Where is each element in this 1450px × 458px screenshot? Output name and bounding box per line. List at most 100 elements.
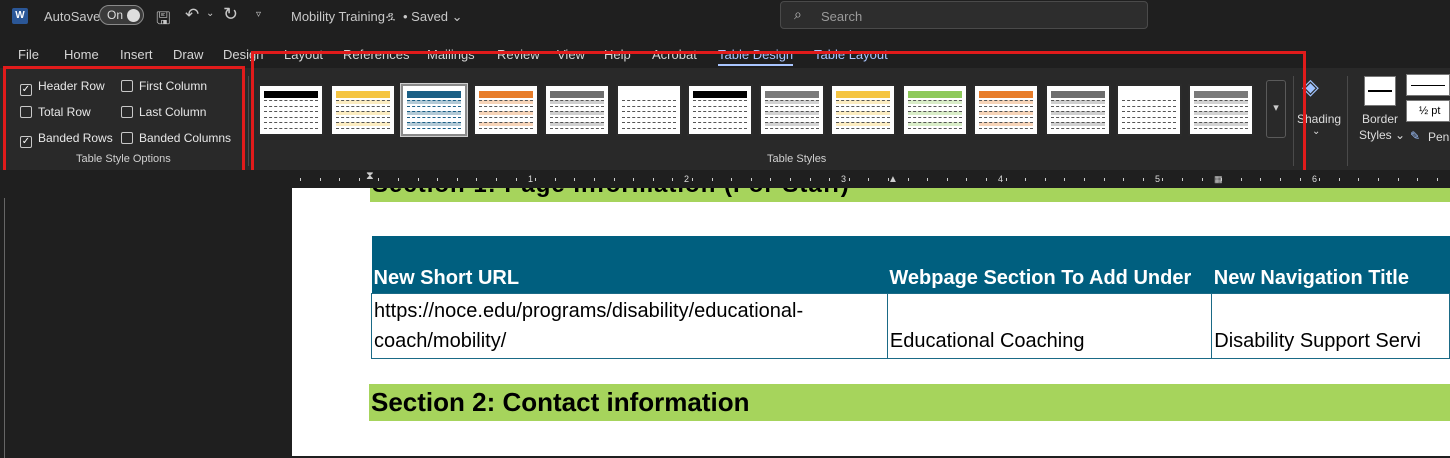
ruler-tick [1006,178,1007,181]
ruler-tick [829,178,830,181]
ruler-tick [1280,178,1281,181]
url-table: New Short URL Webpage Section To Add Und… [371,236,1450,359]
ruler-tick [868,178,869,181]
ruler-number: 6 [1312,174,1318,184]
ruler-tick [555,178,556,181]
ruler-tick [1241,178,1242,181]
section1-heading-band: Section 1: Page Information (For Staff) [370,188,1450,202]
saved-status-text: Saved [411,9,449,24]
ruler-number: 4 [998,174,1004,184]
border-styles-label1[interactable]: Border [1362,112,1398,126]
ruler-number: 1 [528,174,534,184]
autosave-toggle[interactable]: On [99,5,144,25]
document-title[interactable]: Mobility Training [291,9,385,24]
ruler-tick [1064,178,1065,181]
ruler-tick [418,178,419,181]
ruler-tick [790,178,791,181]
shading-dropdown-icon[interactable]: ⌄ [1312,126,1320,137]
customize-toolbar-icon[interactable]: ▿ [256,9,261,20]
line-weight-select[interactable]: ½ pt [1406,100,1450,122]
section-cell[interactable]: Educational Coaching [886,292,1213,359]
ruler-tick [437,178,438,181]
ruler-tick [986,178,987,181]
table-marker-icon[interactable]: ▦ [1214,174,1223,185]
horizontal-ruler [0,170,1450,188]
ruler-tick [339,178,340,181]
ruler-tick [908,178,909,181]
ruler-tick [614,178,615,181]
table-row: https://noce.edu/programs/disability/edu… [371,292,1450,359]
ruler-tick [1339,178,1340,181]
border-styles-button[interactable]: Styles ⌄ [1359,128,1405,142]
indent-marker-icon[interactable]: ⧗ [366,170,374,183]
search-placeholder: Search [821,9,863,24]
pen-icon[interactable]: ✎ [1410,129,1420,143]
ruler-tick [653,178,654,181]
url-line-1: https://noce.edu/programs/disability/edu… [374,299,804,322]
ruler-tick [947,178,948,181]
tab-file[interactable]: File [18,47,39,62]
tab-insert[interactable]: Insert [120,47,153,62]
ruler-tick [810,178,811,181]
ruler-tick [1417,178,1418,181]
title-bar: W AutoSave On 🖫 ↶ ⌄ ↻ ▿ Mobility Trainin… [0,0,1450,40]
saved-status[interactable]: • Saved ⌄ [403,9,463,25]
table-header-cell[interactable]: New Short URL [371,236,888,293]
ruler-tick [712,178,713,181]
column-marker-icon[interactable]: ▲ [888,174,898,185]
ruler-tick [966,178,967,181]
save-icon[interactable]: 🖫 [156,6,170,35]
ruler-tick [770,178,771,181]
ruler-tick [751,178,752,181]
table-header-cell[interactable]: Webpage Section To Add Under [887,236,1212,293]
table-header-row: New Short URL Webpage Section To Add Und… [371,236,1450,293]
group-divider [1347,76,1348,166]
url-cell[interactable]: https://noce.edu/programs/disability/edu… [371,292,888,359]
table-header-cell[interactable]: New Navigation Title [1211,236,1450,293]
ruler-tick [359,178,360,181]
border-styles-icon[interactable] [1364,76,1396,106]
border-styles-label2: Styles [1359,128,1392,142]
title-cell[interactable]: Disability Support Servi [1211,292,1450,359]
ruler-tick [574,178,575,181]
autosave-label: AutoSave [44,9,101,24]
ruler-tick [300,178,301,181]
ruler-tick [535,178,536,181]
ruler-tick [1437,178,1438,181]
section1-heading: Section 1: Page Information (For Staff) [372,188,850,199]
ruler-tick [692,178,693,181]
ruler-tick [496,178,497,181]
tab-draw[interactable]: Draw [173,47,203,62]
ruler-tick [1045,178,1046,181]
ruler-tick [633,178,634,181]
ruler-tick [516,178,517,181]
word-app-icon: W [12,8,28,24]
tab-home[interactable]: Home [64,47,99,62]
group-divider [248,76,249,166]
search-box[interactable]: ⌕ Search [780,1,1148,29]
ruler-tick [927,178,928,181]
pen-color-button[interactable]: Pen [1428,130,1449,144]
ruler-tick [1123,178,1124,181]
undo-icon[interactable]: ↶ [185,5,199,25]
ruler-tick [1104,178,1105,181]
ruler-tick [731,178,732,181]
ruler-tick [1300,178,1301,181]
ruler-tick [378,178,379,181]
ruler-number: 5 [1155,174,1161,184]
ruler-tick [1319,178,1320,181]
line-style-select[interactable] [1406,74,1450,96]
ruler-tick [1202,178,1203,181]
ruler-tick [1378,178,1379,181]
ruler-tick [457,178,458,181]
ruler-tick [1260,178,1261,181]
document-page: Section 1: Page Information (For Staff) … [292,188,1450,456]
ruler-number: 3 [841,174,847,184]
ruler-number: 2 [684,174,690,184]
undo-dropdown-icon[interactable]: ⌄ [206,8,214,19]
ruler-tick [594,178,595,181]
redo-icon[interactable]: ↻ [223,4,238,25]
ruler-tick [849,178,850,181]
url-line-2: coach/mobility/ [374,329,507,352]
ruler-tick [1358,178,1359,181]
